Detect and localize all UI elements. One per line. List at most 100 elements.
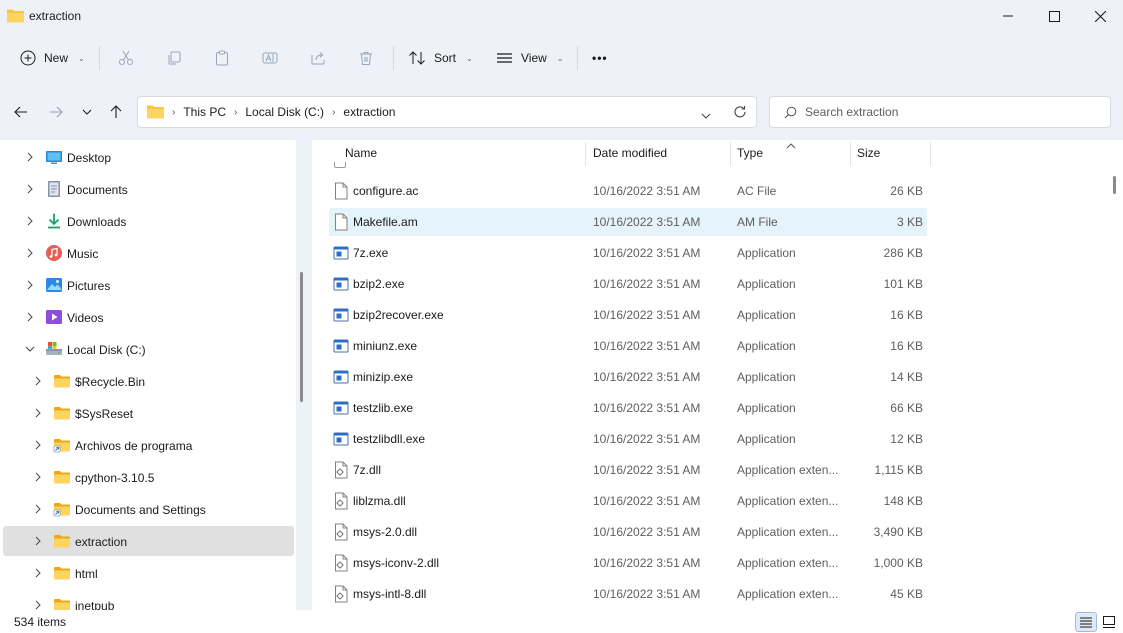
sidebar-item-html[interactable]: html [0,558,294,588]
sidebar-item-label: $Recycle.Bin [75,375,146,389]
sidebar-item-documents[interactable]: Documents [0,174,294,204]
chevron-right-icon[interactable] [33,568,43,578]
file-name: testzlibdll.exe [353,432,426,446]
search-box[interactable] [769,96,1111,128]
copy-icon[interactable] [162,46,186,70]
file-row[interactable]: bzip2recover.exe 10/16/2022 3:51 AM Applic… [329,301,927,329]
new-button[interactable]: New ⌄ [20,43,85,73]
view-button[interactable]: View ⌄ [496,43,564,73]
breadcrumb-extraction[interactable]: extraction [343,105,395,119]
up-button[interactable] [104,100,128,124]
sidebar-item-documents-and-settings[interactable]: Documents and Settings [0,494,294,524]
sidebar-item-music[interactable]: Music [0,238,294,268]
chevron-right-icon[interactable]: › [234,107,237,118]
chevron-right-icon[interactable] [33,600,43,610]
sort-label: Sort [434,51,457,65]
sidebar-scrollbar[interactable] [300,272,303,402]
tiles-view-button[interactable] [1098,612,1120,632]
file-row[interactable]: 7z.dll 10/16/2022 3:51 AM Application exte… [329,456,927,484]
sort-button[interactable]: Sort ⌄ [408,43,473,73]
sidebar-item-desktop[interactable]: Desktop [0,142,294,172]
chevron-right-icon[interactable]: › [332,107,335,118]
application-icon [333,430,349,448]
column-divider[interactable] [730,142,731,166]
sidebar-item-archivos-de-programa[interactable]: Archivos de programa [0,430,294,460]
file-row[interactable]: testzlibdll.exe 10/16/2022 3:51 AM Applica… [329,425,927,453]
arrow-up-icon [110,105,122,118]
file-row[interactable]: minizip.exe 10/16/2022 3:51 AM Application… [329,363,927,391]
details-view-icon [1080,617,1092,628]
column-header-size[interactable]: Size [857,140,880,166]
chevron-down-icon[interactable] [25,344,35,354]
file-row[interactable]: testzlib.exe 10/16/2022 3:51 AM Applicatio… [329,394,927,422]
file-row[interactable]: msys-intl-8.dll 10/16/2022 3:51 AM Applica… [329,580,927,608]
refresh-button[interactable] [733,105,747,122]
chevron-right-icon[interactable] [25,216,35,226]
music-icon [45,244,63,262]
chevron-right-icon[interactable] [25,280,35,290]
chevron-right-icon[interactable] [33,440,43,450]
forward-button[interactable] [44,100,68,124]
back-button[interactable] [9,100,33,124]
file-row[interactable]: 7z.exe 10/16/2022 3:51 AM Application 286 K… [329,239,927,267]
cut-icon[interactable] [114,46,138,70]
chevron-right-icon[interactable] [25,248,35,258]
address-dropdown-button[interactable] [701,108,711,122]
chevron-right-icon[interactable] [33,504,43,514]
column-divider[interactable] [930,142,931,166]
maximize-button[interactable] [1031,0,1077,32]
file-date: 10/16/2022 3:51 AM [593,246,701,260]
file-row[interactable]: msys-2.0.dll 10/16/2022 3:51 AM Applicatio… [329,518,927,546]
search-input[interactable] [805,105,1085,119]
sidebar-item-inetpub[interactable]: inetpub [0,590,294,610]
more-options-button[interactable]: ••• [592,43,608,73]
chevron-right-icon[interactable] [33,408,43,418]
sidebar-item-videos[interactable]: Videos [0,302,294,332]
minimize-button[interactable] [985,0,1031,32]
sidebar-item-sysreset[interactable]: $SysReset [0,398,294,428]
file-type: Application exten... [737,494,839,508]
chevron-right-icon[interactable] [25,312,35,322]
file-name: liblzma.dll [353,494,406,508]
chevron-right-icon[interactable] [33,376,43,386]
paste-icon[interactable] [210,46,234,70]
file-name: testzlib.exe [353,401,414,415]
share-icon[interactable] [306,46,330,70]
details-view-button[interactable] [1075,612,1097,632]
close-button[interactable] [1077,0,1123,32]
column-header-date[interactable]: Date modified [593,140,667,166]
chevron-right-icon[interactable] [33,536,43,546]
breadcrumb-local-disk[interactable]: Local Disk (C:) [245,105,324,119]
file-row[interactable]: Makefile.am 10/16/2022 3:51 AM AM File 3 KB [329,208,927,236]
column-divider[interactable] [850,142,851,166]
column-divider[interactable] [585,142,586,166]
file-list-scrollbar[interactable] [1113,176,1116,194]
breadcrumb-this-pc[interactable]: This PC [183,105,226,119]
file-row[interactable]: liblzma.dll 10/16/2022 3:51 AM Application… [329,487,927,515]
file-row[interactable]: miniunz.exe 10/16/2022 3:51 AM Application… [329,332,927,360]
file-row[interactable]: bzip2.exe 10/16/2022 3:51 AM Application 10… [329,270,927,298]
file-type: AC File [737,184,777,198]
sidebar-item-cpython-3-10-5[interactable]: cpython-3.10.5 [0,462,294,492]
sidebar-item-pictures[interactable]: Pictures [0,270,294,300]
sidebar-item-extraction[interactable]: extraction [3,526,294,556]
chevron-right-icon[interactable]: › [172,107,175,118]
file-row[interactable]: configure.ac 10/16/2022 3:51 AM AC File 26 … [329,177,927,205]
sidebar-item-label: Desktop [67,151,112,165]
chevron-right-icon[interactable] [25,184,35,194]
sidebar-item-local-disk-c[interactable]: Local Disk (C:) [0,334,294,364]
column-header-name[interactable]: Name [345,140,377,166]
sidebar-item-recycle-bin[interactable]: $Recycle.Bin [0,366,294,396]
chevron-right-icon[interactable] [33,472,43,482]
file-type: Application exten... [737,463,839,477]
column-header-type[interactable]: Type [737,140,763,166]
file-row[interactable]: msys-iconv-2.dll 10/16/2022 3:51 AM Applic… [329,549,927,577]
rename-icon[interactable] [258,46,282,70]
scroll-track[interactable] [1108,140,1123,610]
delete-icon[interactable] [354,46,378,70]
recent-locations-button[interactable] [75,100,99,124]
arrow-left-icon [14,106,27,118]
address-bar[interactable]: › This PC › Local Disk (C:) › extraction [137,96,757,128]
chevron-right-icon[interactable] [25,152,35,162]
sidebar-item-downloads[interactable]: Downloads [0,206,294,236]
